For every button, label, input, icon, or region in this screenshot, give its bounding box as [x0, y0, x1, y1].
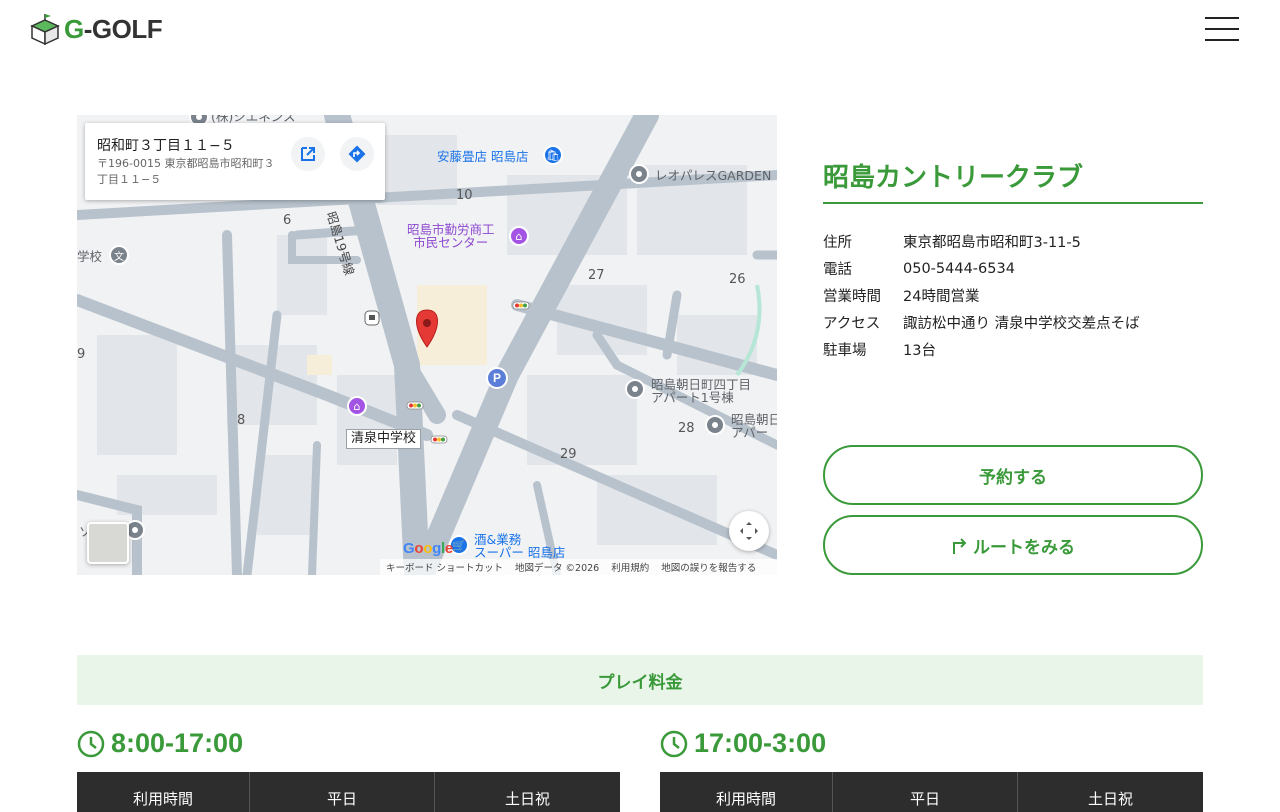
column-header: 土日祝: [1087, 790, 1133, 808]
block-number-8: 8: [237, 413, 246, 428]
price-table-header: 利用時間 平日 土日祝: [660, 772, 1203, 812]
price-table-header: 利用時間 平日 土日祝: [77, 772, 620, 812]
map-label-kiyosumi-school[interactable]: 清泉中学校: [346, 429, 422, 449]
block-number-28: 28: [678, 421, 695, 436]
logo-text-g: G: [64, 13, 84, 44]
map-label-ando[interactable]: 安藤畳店 昭島店: [437, 150, 528, 163]
time-period-label: 8:00-17:00: [111, 728, 244, 758]
time-period-label: 17:00-3:00: [694, 728, 827, 758]
info-value: 東京都昭島市昭和町3-11-5: [903, 235, 1081, 251]
column-header: 平日: [833, 772, 1018, 812]
hamburger-menu-icon[interactable]: [1205, 17, 1239, 41]
reserve-button-label: 予約する: [979, 467, 1047, 488]
time-period-heading: 8:00-17:00: [77, 728, 243, 759]
parking-icon[interactable]: P: [486, 367, 508, 389]
info-value: 13台: [903, 343, 936, 359]
play-fee-heading: プレイ料金: [77, 655, 1203, 705]
map-label-kinro[interactable]: 昭島市勤労商工 市民センター: [407, 223, 495, 249]
info-value[interactable]: 050-5444-6534: [903, 261, 1015, 277]
info-key: 営業時間: [823, 289, 881, 305]
play-fee-heading-label: プレイ料金: [597, 672, 683, 693]
block-number-27: 27: [588, 268, 605, 283]
info-row-phone: 電話 050-5444-6534: [823, 255, 1203, 282]
info-key: 電話: [823, 262, 852, 278]
block-number-29: 29: [560, 447, 577, 462]
apartment-marker-icon[interactable]: [625, 379, 645, 399]
map-label-asahi[interactable]: 昭島朝日町四丁目 アパート1号棟: [651, 378, 751, 404]
info-value: 諏訪松中通り 清泉中学校交差点そば: [903, 316, 1140, 332]
google-map[interactable]: (株)シエネンス 安藤畳店 昭島店 🛍 レオパレスGARDEN 10 6 昭島市…: [77, 115, 777, 575]
column-header: 平日: [250, 772, 435, 812]
keyboard-shortcuts-link[interactable]: キーボード ショートカット: [386, 560, 503, 574]
map-card-title: 昭和町３丁目１１−５: [97, 138, 235, 154]
civic-building-icon[interactable]: ⌂: [509, 226, 529, 246]
map-label-shine[interactable]: (株)シエネンス: [211, 115, 296, 123]
time-period-heading: 17:00-3:00: [660, 728, 826, 759]
clock-icon: [660, 730, 688, 757]
route-arrow-icon: [953, 538, 967, 554]
report-error-link[interactable]: 地図の誤りを報告する: [661, 560, 756, 574]
g-golf-logo[interactable]: G-GOLF: [30, 12, 163, 46]
clock-icon: [77, 730, 105, 757]
block-number-6: 6: [283, 213, 292, 228]
logo-cube-icon: [30, 14, 60, 46]
shrine-icon[interactable]: ⌂: [347, 396, 367, 416]
info-key: アクセス: [823, 316, 881, 332]
info-value: 24時間営業: [903, 289, 980, 305]
map-label-asahi2[interactable]: 昭島朝日 アパー: [731, 413, 777, 439]
info-row-address: 住所 東京都昭島市昭和町3-11-5: [823, 228, 1203, 255]
map-info-card: 昭和町３丁目１１−５ 〒196-0015 東京都昭島市昭和町３丁目１１−５: [85, 123, 385, 200]
info-row-hours: 営業時間 24時間営業: [823, 282, 1203, 309]
map-label-leo[interactable]: レオパレスGARDEN: [655, 169, 771, 182]
block-number-9: 9: [77, 347, 86, 362]
column-header: 利用時間: [660, 772, 833, 812]
view-route-button-label: ルートをみる: [973, 537, 1075, 558]
block-number-26: 26: [729, 272, 746, 287]
logo-text-rest: -GOLF: [83, 13, 163, 44]
course-title: 昭島カントリークラブ: [823, 163, 1084, 193]
school-icon[interactable]: 文: [109, 245, 129, 265]
open-in-new-icon[interactable]: [291, 137, 325, 171]
info-row-access: アクセス 諏訪松中通り 清泉中学校交差点そば: [823, 309, 1203, 336]
apartment-marker-icon[interactable]: [705, 415, 725, 435]
map-data-text: 地図データ ©2026: [515, 563, 600, 574]
site-header: G-GOLF: [0, 0, 1280, 60]
fullscreen-toggle-icon[interactable]: [729, 511, 769, 551]
column-header: 土日祝: [504, 790, 550, 808]
apartment-marker-icon[interactable]: [629, 164, 649, 184]
terms-link[interactable]: 利用規約: [611, 560, 649, 574]
map-type-toggle[interactable]: [87, 522, 129, 564]
reserve-button[interactable]: 予約する: [823, 445, 1203, 505]
course-info-list: 住所 東京都昭島市昭和町3-11-5 電話 050-5444-6534 営業時間…: [823, 228, 1203, 363]
directions-icon[interactable]: [340, 137, 374, 171]
map-label-sake[interactable]: 酒&業務 スーパー 昭島店: [474, 533, 565, 559]
map-label-school-left[interactable]: 学校: [77, 250, 102, 263]
info-key: 駐車場: [823, 343, 867, 359]
map-card-address: 〒196-0015 東京都昭島市昭和町３丁目１１−５: [97, 157, 275, 186]
shopping-bag-icon[interactable]: 🛍: [543, 145, 563, 165]
view-route-button[interactable]: ルートをみる: [823, 515, 1203, 575]
column-header: 利用時間: [77, 772, 250, 812]
google-logo: Google: [403, 540, 453, 557]
block-number-10: 10: [456, 188, 473, 203]
info-key: 住所: [823, 235, 852, 251]
map-attribution: キーボード ショートカット 地図データ ©2026 利用規約 地図の誤りを報告す…: [380, 559, 777, 575]
title-divider: [823, 202, 1203, 204]
info-row-parking: 駐車場 13台: [823, 336, 1203, 363]
